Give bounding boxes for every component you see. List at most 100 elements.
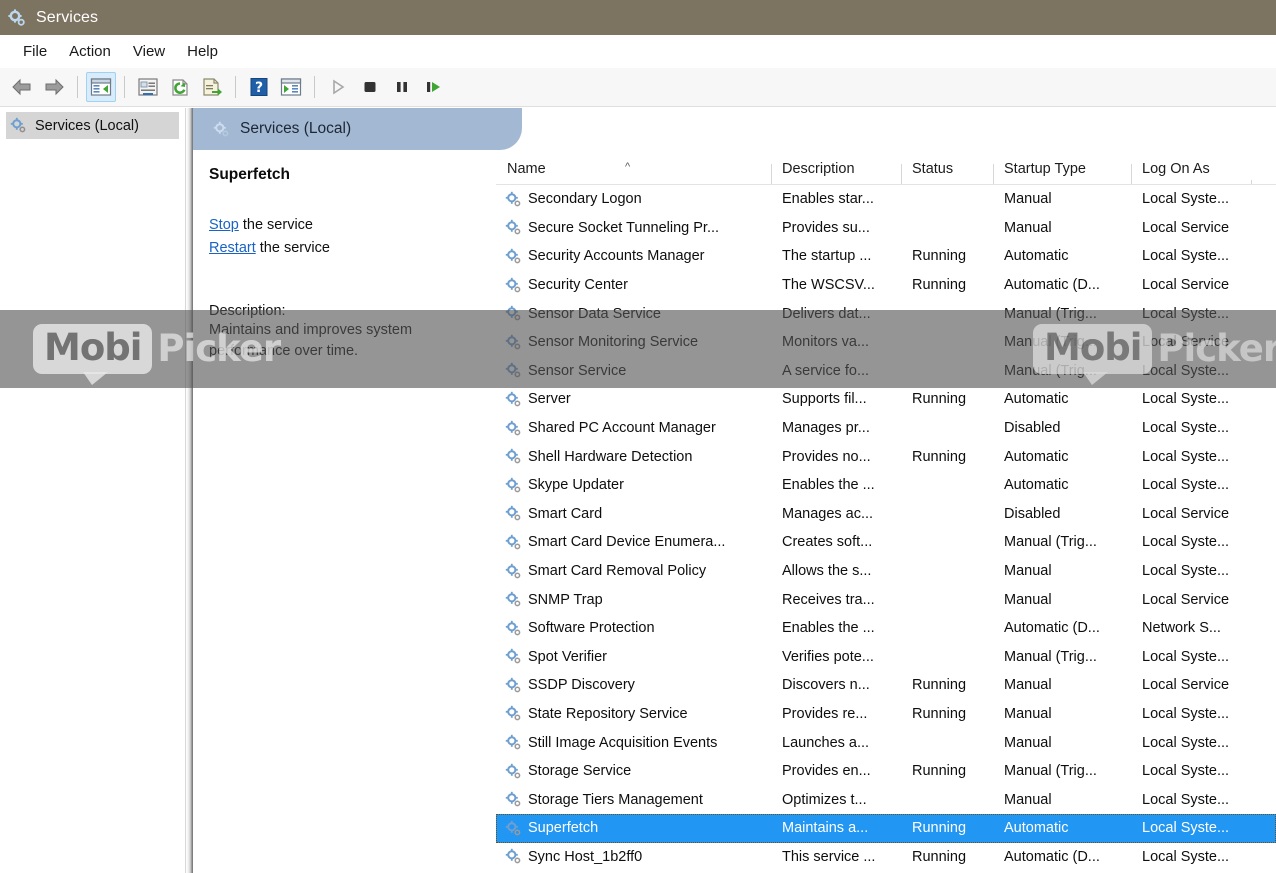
- cell-log-on-as: Local Syste...: [1142, 362, 1230, 379]
- refresh-icon[interactable]: [165, 72, 195, 102]
- cell-status: Running: [912, 763, 967, 780]
- services-gear-icon: [10, 117, 27, 134]
- column-header-log-on-as[interactable]: Log On As: [1131, 161, 1251, 184]
- menu-item-action[interactable]: Action: [58, 40, 122, 63]
- toolbar-separator: [235, 76, 236, 98]
- services-gear-icon: [505, 362, 522, 379]
- table-row[interactable]: Smart Card Manages ac... Disabled Local Ser…: [496, 500, 1276, 529]
- table-row[interactable]: SSDP Discovery Discovers n... Running Manua…: [496, 671, 1276, 700]
- table-row[interactable]: Storage Tiers Management Optimizes t... Ma…: [496, 785, 1276, 814]
- services-gear-icon: [505, 591, 522, 608]
- services-gear-icon: [505, 620, 522, 637]
- help-icon[interactable]: ?: [244, 72, 274, 102]
- properties-icon[interactable]: [133, 72, 163, 102]
- cell-description: Allows the s...: [782, 563, 872, 580]
- cell-name: Spot Verifier: [496, 648, 771, 665]
- cell-startup-type: Manual: [1004, 791, 1052, 808]
- table-row[interactable]: Smart Card Removal Policy Allows the s...…: [496, 557, 1276, 586]
- table-row[interactable]: Still Image Acquisition Events Launches a…: [496, 728, 1276, 757]
- cell-startup-type: Manual: [1004, 219, 1052, 236]
- cell-name-text: Server: [528, 391, 571, 408]
- cell-name: Smart Card Device Enumera...: [496, 534, 771, 551]
- cell-description: Enables star...: [782, 191, 874, 208]
- cell-name: Smart Card: [496, 505, 771, 522]
- table-row[interactable]: Sensor Service A service fo... Manual (Tri…: [496, 357, 1276, 386]
- back-icon[interactable]: [7, 72, 37, 102]
- cell-name: Still Image Acquisition Events: [496, 734, 771, 751]
- table-row[interactable]: Superfetch Maintains a... Running Automatic…: [496, 814, 1276, 843]
- cell-name-text: Storage Service: [528, 763, 632, 780]
- cell-log-on-as: Local Syste...: [1142, 563, 1230, 580]
- cell-name-text: Skype Updater: [528, 477, 624, 494]
- cell-description: Verifies pote...: [782, 648, 874, 665]
- table-row[interactable]: State Repository Service Provides re... Ru…: [496, 700, 1276, 729]
- menu-item-file[interactable]: File: [12, 40, 58, 63]
- export-list-icon[interactable]: [197, 72, 227, 102]
- column-header-description[interactable]: Description: [771, 161, 901, 184]
- table-row[interactable]: Shell Hardware Detection Provides no... Ru…: [496, 442, 1276, 471]
- cell-log-on-as: Local Syste...: [1142, 420, 1230, 437]
- forward-icon[interactable]: [39, 72, 69, 102]
- services-gear-icon: [505, 219, 522, 236]
- restart-service-icon[interactable]: [419, 72, 449, 102]
- menu-item-view[interactable]: View: [122, 40, 176, 63]
- cell-description: Enables the ...: [782, 477, 875, 494]
- tree-item-label: Services (Local): [35, 117, 139, 134]
- cell-startup-type: Disabled: [1004, 505, 1061, 522]
- cell-name: Smart Card Removal Policy: [496, 563, 771, 580]
- cell-log-on-as: Local Service: [1142, 677, 1230, 694]
- services-list-header: ^ Name Description Status Startup Type L…: [496, 150, 1276, 185]
- start-service-icon[interactable]: [323, 72, 353, 102]
- restart-service-link[interactable]: Restart: [209, 240, 256, 256]
- show-action-pane-icon[interactable]: [276, 72, 306, 102]
- table-row[interactable]: Sensor Monitoring Service Monitors va... M…: [496, 328, 1276, 357]
- show-hide-tree-icon[interactable]: [86, 72, 116, 102]
- pane-splitter[interactable]: [186, 108, 193, 873]
- table-row[interactable]: Sync Host_1b2ff0 This service ... Running A…: [496, 843, 1276, 872]
- column-header-startup-type[interactable]: Startup Type: [993, 161, 1131, 184]
- cell-name-text: Storage Tiers Management: [528, 791, 703, 808]
- cell-name-text: Still Image Acquisition Events: [528, 734, 718, 751]
- menu-item-help[interactable]: Help: [176, 40, 229, 63]
- services-gear-icon: [505, 763, 522, 780]
- cell-status: Running: [912, 448, 967, 465]
- table-row[interactable]: Secure Socket Tunneling Pr... Provides su…: [496, 214, 1276, 243]
- cell-startup-type: Disabled: [1004, 420, 1061, 437]
- cell-description: Provides re...: [782, 705, 868, 722]
- column-header-status[interactable]: Status: [901, 161, 993, 184]
- cell-log-on-as: Local Syste...: [1142, 191, 1230, 208]
- cell-name-text: Security Center: [528, 277, 628, 294]
- table-row[interactable]: Security Accounts Manager The startup ...…: [496, 242, 1276, 271]
- services-gear-icon: [505, 305, 522, 322]
- table-row[interactable]: Smart Card Device Enumera... Creates soft…: [496, 528, 1276, 557]
- cell-log-on-as: Local Syste...: [1142, 477, 1230, 494]
- cell-name-text: Smart Card: [528, 505, 603, 522]
- services-gear-icon: [505, 477, 522, 494]
- cell-description: Provides no...: [782, 448, 871, 465]
- table-row[interactable]: Software Protection Enables the ... Automa…: [496, 614, 1276, 643]
- cell-name: Sync Host_1b2ff0: [496, 848, 771, 865]
- tree-item-services-local[interactable]: Services (Local): [6, 112, 179, 139]
- cell-startup-type: Manual: [1004, 705, 1052, 722]
- toolbar-separator: [124, 76, 125, 98]
- table-row[interactable]: Storage Service Provides en... Running Manu…: [496, 757, 1276, 786]
- table-row[interactable]: Shared PC Account Manager Manages pr... Di…: [496, 414, 1276, 443]
- table-row[interactable]: Security Center The WSCSV... Running Automa…: [496, 271, 1276, 300]
- table-row[interactable]: Server Supports fil... Running Automatic Loc…: [496, 385, 1276, 414]
- table-row[interactable]: Skype Updater Enables the ... Automatic Loc…: [496, 471, 1276, 500]
- cell-description: Maintains a...: [782, 820, 869, 837]
- table-row[interactable]: Secondary Logon Enables star... Manual Loca…: [496, 185, 1276, 214]
- cell-description: The WSCSV...: [782, 277, 875, 294]
- cell-name: Shared PC Account Manager: [496, 420, 771, 437]
- cell-description: Supports fil...: [782, 391, 867, 408]
- pause-service-icon[interactable]: [387, 72, 417, 102]
- table-row[interactable]: SNMP Trap Receives tra... Manual Local Serv…: [496, 585, 1276, 614]
- cell-description: Launches a...: [782, 734, 870, 751]
- table-row[interactable]: Sensor Data Service Delivers dat... Manual…: [496, 299, 1276, 328]
- stop-service-icon[interactable]: [355, 72, 385, 102]
- stop-service-link[interactable]: Stop: [209, 217, 239, 233]
- cell-startup-type: Manual (Trig...: [1004, 534, 1097, 551]
- cell-startup-type: Manual: [1004, 677, 1052, 694]
- table-row[interactable]: Spot Verifier Verifies pote... Manual (Tri…: [496, 643, 1276, 672]
- column-header-name[interactable]: ^ Name: [496, 161, 771, 184]
